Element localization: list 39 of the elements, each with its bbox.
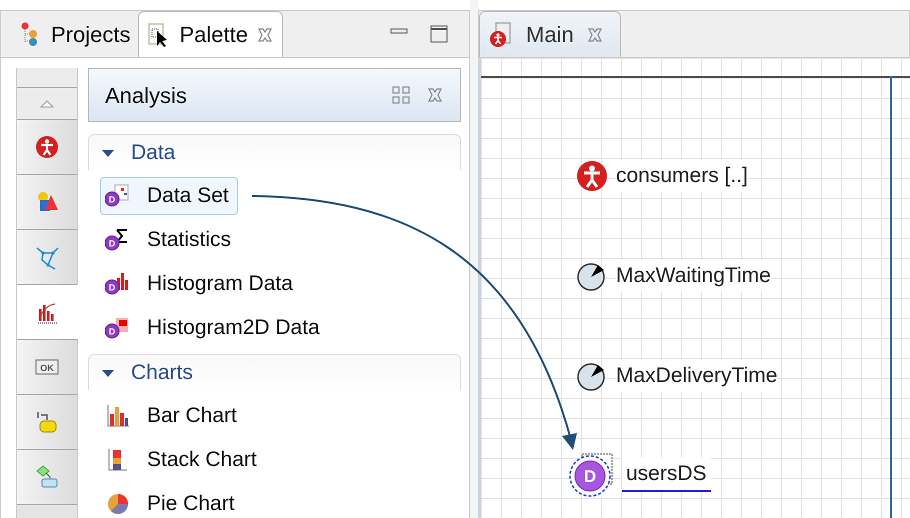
- group-header[interactable]: Charts: [88, 354, 461, 390]
- editor-tab[interactable]: Main: [479, 11, 621, 57]
- palette-item[interactable]: D Histogram2D Data: [100, 309, 329, 347]
- view-tab[interactable]: Palette: [138, 11, 283, 57]
- collapse-triangle-icon: [101, 148, 115, 158]
- section-title: Analysis: [105, 82, 188, 110]
- person-icon: [576, 160, 608, 192]
- dataset-icon: D: [568, 452, 614, 498]
- flowchart-icon: [34, 464, 60, 490]
- scroll-up-button[interactable]: [17, 88, 77, 120]
- category-button[interactable]: [17, 450, 77, 505]
- close-icon[interactable]: [426, 86, 444, 104]
- palette-item[interactable]: Stack Chart: [100, 441, 266, 479]
- pie-chart-icon: [105, 492, 131, 516]
- category-button[interactable]: [17, 175, 77, 230]
- maximize-icon[interactable]: [429, 24, 449, 44]
- bar-chart-icon: [105, 404, 131, 428]
- view-tab[interactable]: Projects: [11, 11, 138, 57]
- category-button[interactable]: [17, 120, 77, 175]
- category-button[interactable]: [17, 285, 78, 340]
- element-label[interactable]: usersDS: [622, 458, 711, 492]
- palette-item[interactable]: D Histogram Data: [100, 265, 302, 303]
- category-button[interactable]: OK: [17, 340, 77, 395]
- element-label[interactable]: consumers [..]: [616, 160, 748, 192]
- category-button[interactable]: [17, 395, 77, 450]
- palette-item[interactable]: Bar Chart: [100, 397, 246, 435]
- palette-item[interactable]: D Statistics: [100, 221, 240, 259]
- up-triangle-icon: [40, 100, 54, 108]
- close-icon[interactable]: [256, 26, 274, 44]
- palette-item[interactable]: Pie Chart: [100, 485, 244, 518]
- category-button[interactable]: [17, 230, 77, 285]
- grid-view-icon[interactable]: [392, 86, 410, 104]
- collapse-triangle-icon: [101, 368, 115, 378]
- element-label[interactable]: MaxDeliveryTime: [616, 360, 778, 392]
- group-header[interactable]: Data: [88, 134, 461, 170]
- person-icon: [34, 134, 60, 160]
- element-label[interactable]: MaxWaitingTime: [616, 260, 771, 292]
- close-icon[interactable]: [586, 26, 604, 44]
- palette-item[interactable]: D Data Set: [100, 177, 238, 215]
